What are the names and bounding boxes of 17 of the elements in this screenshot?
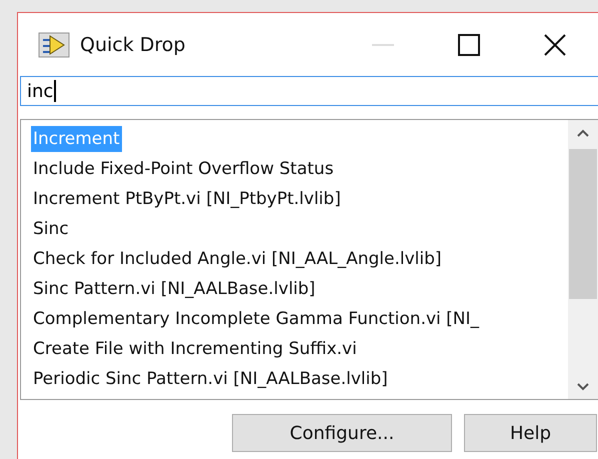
dialog-button[interactable]: Configure... xyxy=(232,414,452,452)
result-item[interactable]: Increment PtByPt.vi [NI_PtbyPt.lvlib] xyxy=(31,184,343,214)
scrollbar[interactable] xyxy=(568,120,598,399)
search-field[interactable]: inc xyxy=(20,76,598,106)
result-item[interactable]: Periodic Sinc Pattern.vi [NI_AALBase.lvlib] xyxy=(31,364,390,394)
minimize-icon xyxy=(372,42,394,46)
result-item[interactable]: Complementary Incomplete Gamma Function.vi [NI_ xyxy=(31,304,482,334)
result-item[interactable]: Check for Included Angle.vi [NI_AAL_Angle.lvlib] xyxy=(31,244,444,274)
result-item[interactable]: Sinc Pattern.vi [NI_AALBase.lvlib] xyxy=(31,274,318,304)
window-title: Quick Drop xyxy=(80,34,186,56)
result-item[interactable]: Include Fixed-Point Overflow Status xyxy=(31,154,336,184)
result-item[interactable]: Sinc xyxy=(31,214,71,244)
dialog-button[interactable]: Help xyxy=(464,414,597,452)
result-item[interactable]: Create File with Incrementing Suffix.vi xyxy=(31,334,359,364)
app-icon xyxy=(38,32,70,58)
close-icon xyxy=(543,32,567,56)
maximize-icon xyxy=(458,34,480,56)
